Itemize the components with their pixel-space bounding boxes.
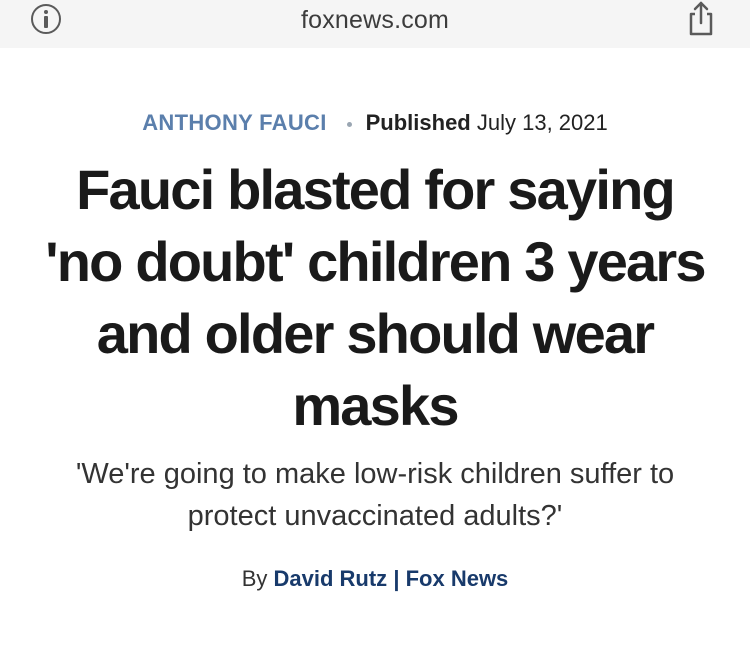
category-kicker-link[interactable]: ANTHONY FAUCI [142, 110, 326, 135]
share-icon[interactable] [686, 0, 716, 36]
article-header: ANTHONY FAUCI Published July 13, 2021 Fau… [0, 48, 750, 665]
article-headline: Fauci blasted for saying 'no doubt' chil… [45, 158, 706, 437]
article-meta: ANTHONY FAUCI Published July 13, 2021 [0, 110, 750, 136]
published-date: July 13, 2021 [476, 110, 608, 135]
url-text[interactable]: foxnews.com [0, 6, 750, 35]
article-subheadline: 'We're going to make low-risk children s… [75, 458, 675, 532]
article-byline: By David Rutz | Fox News [0, 566, 750, 592]
author-link[interactable]: David Rutz [274, 566, 388, 591]
published-label: Published [365, 110, 471, 135]
browser-address-bar: foxnews.com [0, 0, 750, 48]
byline-prefix: By [241, 566, 268, 591]
meta-separator-dot [346, 121, 352, 127]
byline-separator: | [393, 566, 400, 591]
outlet-link[interactable]: Fox News [406, 566, 509, 591]
